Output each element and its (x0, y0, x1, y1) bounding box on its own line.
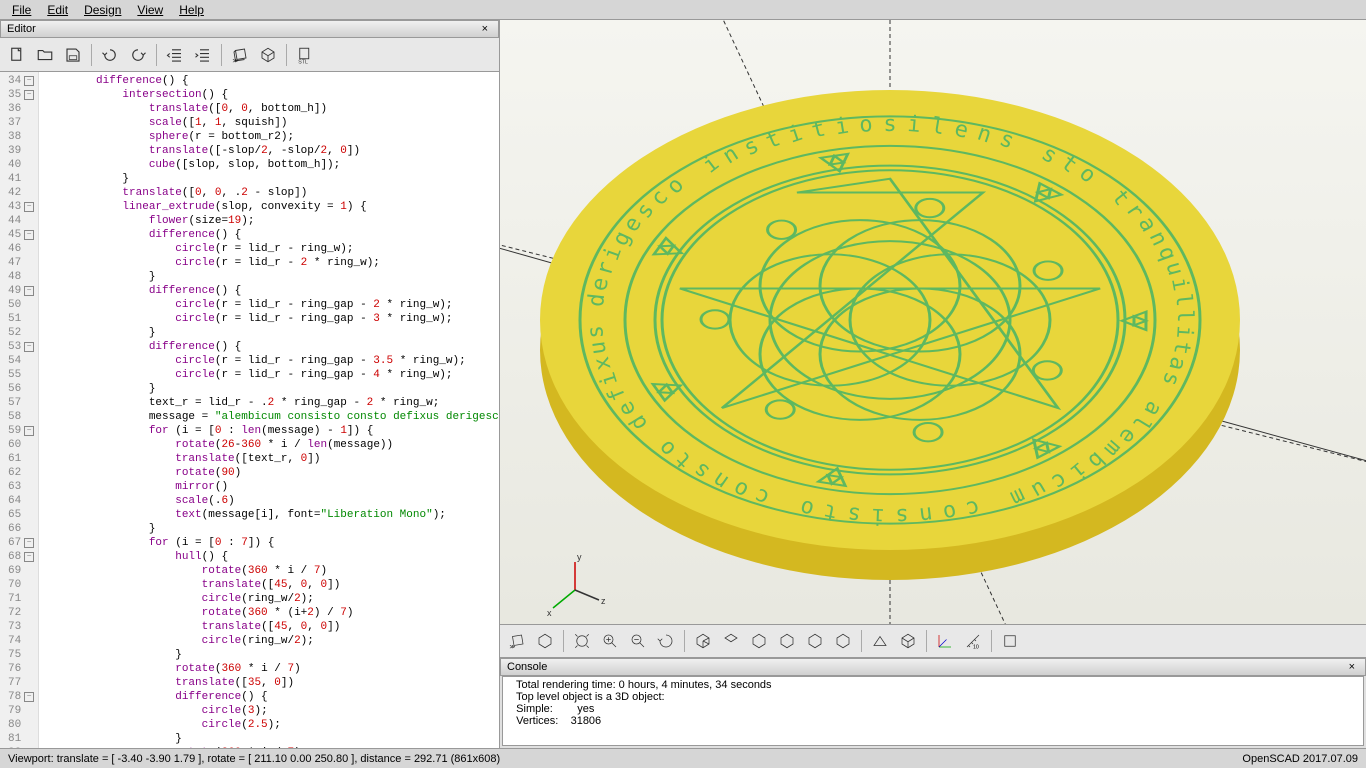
view-pane: silens sto tranquillitas alembicum consi… (500, 20, 1366, 748)
reset-view-icon[interactable] (653, 628, 679, 654)
svg-text:s: s (583, 325, 609, 340)
view-toolbar: ≫ 10 (500, 624, 1366, 658)
menu-edit[interactable]: Edit (39, 1, 76, 19)
editor-toolbar: ≫ STL (0, 38, 499, 72)
view-back-icon[interactable] (830, 628, 856, 654)
console-title: Console (507, 661, 547, 673)
svg-text:≫: ≫ (510, 645, 516, 651)
zoom-out-icon[interactable] (625, 628, 651, 654)
menu-view[interactable]: View (129, 1, 171, 19)
statusbar: Viewport: translate = [ -3.40 -3.90 1.79… (0, 748, 1366, 768)
svg-text:s: s (883, 112, 896, 137)
svg-text:d: d (584, 292, 610, 308)
axis-label-x: x (547, 608, 552, 618)
save-file-button[interactable] (60, 42, 86, 68)
axis-label-z: z (601, 596, 606, 606)
view-front-icon[interactable] (802, 628, 828, 654)
code-editor[interactable]: 34−35−3637383940414243−4445−46474849−505… (0, 72, 499, 748)
svg-text:s: s (895, 503, 909, 529)
undo-button[interactable] (97, 42, 123, 68)
preview-icon[interactable]: ≫ (504, 628, 530, 654)
unindent-button[interactable] (162, 42, 188, 68)
status-version: OpenSCAD 2017.07.09 (1242, 753, 1358, 765)
console-close-icon[interactable]: × (1345, 661, 1359, 673)
svg-text:i: i (906, 112, 921, 138)
view-left-icon[interactable] (774, 628, 800, 654)
zoom-in-icon[interactable] (597, 628, 623, 654)
new-file-button[interactable] (4, 42, 30, 68)
render-icon[interactable] (532, 628, 558, 654)
3d-viewport[interactable]: silens sto tranquillitas alembicum consi… (500, 20, 1366, 624)
svg-text:l: l (1170, 292, 1196, 308)
show-axes-icon[interactable] (932, 628, 958, 654)
svg-text:STL: STL (298, 59, 308, 64)
export-stl-button[interactable]: STL (292, 42, 318, 68)
console-title-bar: Console × (500, 658, 1366, 676)
status-viewport: Viewport: translate = [ -3.40 -3.90 1.79… (8, 753, 500, 765)
open-file-button[interactable] (32, 42, 58, 68)
svg-text:≫: ≫ (233, 58, 239, 64)
editor-close-icon[interactable]: × (478, 23, 492, 35)
view-bottom-icon[interactable] (746, 628, 772, 654)
view-right-icon[interactable] (690, 628, 716, 654)
show-edges-icon[interactable] (997, 628, 1023, 654)
indent-button[interactable] (190, 42, 216, 68)
editor-title: Editor (7, 23, 36, 35)
svg-text:i: i (1171, 325, 1197, 340)
perspective-icon[interactable] (867, 628, 893, 654)
svg-text:o: o (858, 112, 873, 138)
view-all-icon[interactable] (569, 628, 595, 654)
menu-file[interactable]: File (4, 1, 39, 19)
orthogonal-icon[interactable] (895, 628, 921, 654)
show-scale-icon[interactable]: 10 (960, 628, 986, 654)
svg-text:i: i (871, 503, 885, 529)
view-top-icon[interactable] (718, 628, 744, 654)
preview-button[interactable]: ≫ (227, 42, 253, 68)
svg-text:l: l (1172, 309, 1197, 323)
console-output[interactable]: Total rendering time: 0 hours, 4 minutes… (502, 676, 1364, 746)
render-button[interactable] (255, 42, 281, 68)
axis-label-y: y (577, 552, 582, 562)
editor-pane: Editor × ≫ STL 34−35−3637383940414243−44… (0, 20, 500, 748)
editor-title-bar: Editor × (0, 20, 499, 38)
console-pane: Console × Total rendering time: 0 hours,… (500, 658, 1366, 748)
menubar: File Edit Design View Help (0, 0, 1366, 20)
menu-help[interactable]: Help (171, 1, 212, 19)
svg-text:10: 10 (973, 645, 979, 651)
redo-button[interactable] (125, 42, 151, 68)
menu-design[interactable]: Design (76, 1, 129, 19)
